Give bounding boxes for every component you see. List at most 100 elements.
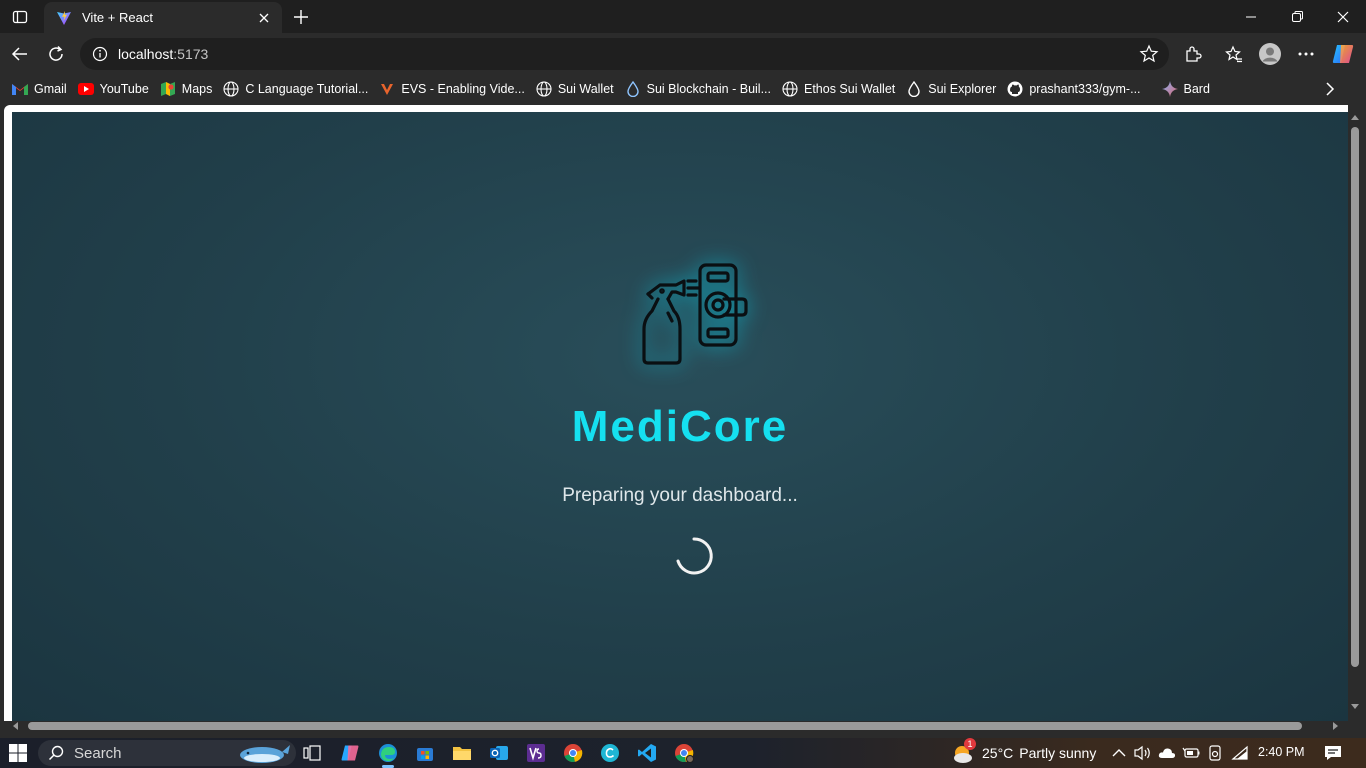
url-host: localhost: [118, 46, 174, 62]
outlook-icon[interactable]: [487, 741, 511, 765]
weather-temp: 25°C: [982, 745, 1014, 761]
profile-avatar[interactable]: [1257, 41, 1283, 67]
task-view-icon[interactable]: [300, 741, 324, 765]
url-text: localhost:5173: [118, 46, 208, 62]
weather-condition: Partly sunny: [1019, 745, 1097, 761]
weather-widget[interactable]: 1 25°C Partly sunny: [950, 738, 1097, 765]
globe-icon: [782, 81, 798, 97]
github-icon: [1007, 81, 1023, 97]
scroll-up-arrow-icon[interactable]: [1351, 114, 1359, 122]
canva-icon[interactable]: [598, 741, 622, 765]
bookmark-label: Maps: [181, 82, 213, 96]
device-icon[interactable]: [1206, 744, 1224, 762]
partly-sunny-icon: 1: [950, 738, 976, 765]
taskbar-search[interactable]: Search: [38, 740, 296, 766]
sui-drop-icon: [625, 81, 641, 97]
visual-studio-icon[interactable]: [524, 741, 548, 765]
bookmark-label: Sui Wallet: [557, 82, 614, 96]
battery-icon[interactable]: [1182, 744, 1200, 762]
scroll-right-arrow-icon[interactable]: [1331, 722, 1339, 730]
bookmark-sui-blockchain[interactable]: Sui Blockchain - Buil...: [623, 78, 778, 100]
bookmark-label: Ethos Sui Wallet: [804, 82, 896, 96]
windows-taskbar: Search 1 25°C Partly sunny 2:40 PM: [0, 738, 1366, 768]
new-tab-icon[interactable]: [290, 6, 312, 28]
back-icon[interactable]: [7, 41, 33, 67]
youtube-icon: [77, 81, 94, 97]
brand-title: MediCore: [571, 402, 789, 451]
chrome-profile-icon[interactable]: [672, 741, 696, 765]
bookmark-label: Gmail: [34, 82, 67, 96]
search-label: Search: [74, 744, 122, 762]
favorites-icon[interactable]: [1221, 41, 1247, 67]
sui-drop-icon: [906, 81, 922, 97]
bookmark-github[interactable]: prashant333/gym-...: [1005, 78, 1147, 100]
extensions-icon[interactable]: [1180, 41, 1206, 67]
evs-icon: [379, 81, 395, 97]
bookmark-bard[interactable]: Bard: [1160, 78, 1217, 100]
bookmark-label: Sui Blockchain - Buil...: [646, 82, 771, 96]
bard-sparkle-icon: [1161, 81, 1178, 97]
globe-icon: [536, 81, 552, 97]
site-info-icon[interactable]: [92, 46, 108, 62]
bookmark-label: YouTube: [99, 82, 149, 96]
copilot-icon[interactable]: [1330, 41, 1356, 67]
search-icon: [48, 745, 64, 761]
tab-close-icon[interactable]: [256, 10, 272, 26]
volume-icon[interactable]: [1134, 744, 1152, 762]
loading-status-text: Preparing your dashboard...: [562, 485, 798, 506]
bookmark-label: Bard: [1183, 82, 1210, 96]
show-hidden-icons-chevron-icon[interactable]: [1110, 744, 1128, 762]
bookmark-maps[interactable]: Maps: [158, 78, 220, 100]
chrome-icon[interactable]: [561, 741, 585, 765]
bookmark-sui-wallet[interactable]: Sui Wallet: [534, 78, 621, 100]
browser-titlebar: Vite + React: [0, 0, 1366, 33]
weather-badge: 1: [964, 738, 976, 750]
notifications-icon[interactable]: [1324, 744, 1342, 762]
minimize-icon[interactable]: [1228, 0, 1274, 33]
onedrive-cloud-icon[interactable]: [1158, 744, 1176, 762]
address-bar[interactable]: localhost:5173: [80, 38, 1169, 70]
close-window-icon[interactable]: [1320, 0, 1366, 33]
horizontal-scrollbar[interactable]: [8, 719, 1344, 733]
medicore-logo-icon: [642, 263, 748, 365]
url-port: :5173: [173, 46, 209, 62]
scroll-left-arrow-icon[interactable]: [12, 722, 20, 730]
tab-actions-icon[interactable]: [8, 6, 32, 28]
more-menu-icon[interactable]: [1293, 41, 1319, 67]
wifi-icon[interactable]: [1231, 744, 1249, 762]
bookmark-label: Sui Explorer: [928, 82, 997, 96]
bookmarks-more-chevron-icon[interactable]: [1320, 79, 1340, 99]
bookmark-youtube[interactable]: YouTube: [76, 78, 156, 100]
reload-icon[interactable]: [43, 41, 69, 67]
taskbar-clock[interactable]: 2:40 PM: [1258, 745, 1305, 759]
vscode-icon[interactable]: [635, 741, 659, 765]
microsoft-store-icon[interactable]: [413, 741, 437, 765]
windows-start-icon[interactable]: [8, 743, 28, 763]
bookmark-gmail[interactable]: Gmail: [10, 78, 74, 100]
loading-spinner: [676, 537, 713, 575]
restore-icon[interactable]: [1274, 0, 1320, 33]
vertical-scrollbar[interactable]: [1348, 112, 1362, 716]
bookmark-ethos-wallet[interactable]: Ethos Sui Wallet: [780, 78, 902, 100]
vite-icon: [57, 10, 71, 25]
bookmark-evs[interactable]: EVS - Enabling Vide...: [377, 78, 531, 100]
bookmark-label: C Language Tutorial...: [245, 82, 369, 96]
browser-tab[interactable]: Vite + React: [44, 2, 282, 33]
copilot-taskbar-icon[interactable]: [338, 741, 362, 765]
favorite-star-icon[interactable]: [1139, 44, 1159, 64]
tab-title: Vite + React: [82, 10, 153, 25]
bookmark-c-language[interactable]: C Language Tutorial...: [221, 78, 375, 100]
globe-icon: [223, 81, 239, 97]
maps-icon: [160, 81, 176, 97]
file-explorer-icon[interactable]: [450, 741, 474, 765]
edge-browser-icon[interactable]: [376, 741, 400, 768]
bookmark-label: prashant333/gym-...: [1029, 82, 1141, 96]
horizontal-scroll-thumb[interactable]: [28, 722, 1302, 730]
scroll-down-arrow-icon[interactable]: [1351, 702, 1359, 710]
bookmark-sui-explorer[interactable]: Sui Explorer: [904, 78, 1003, 100]
vertical-scroll-thumb[interactable]: [1351, 127, 1359, 667]
browser-toolbar: localhost:5173: [0, 33, 1366, 75]
bookmarks-bar: Gmail YouTube Maps C Language Tutorial..…: [0, 75, 1366, 103]
search-highlight-whale-icon: [240, 745, 290, 763]
gmail-icon: [12, 81, 28, 97]
